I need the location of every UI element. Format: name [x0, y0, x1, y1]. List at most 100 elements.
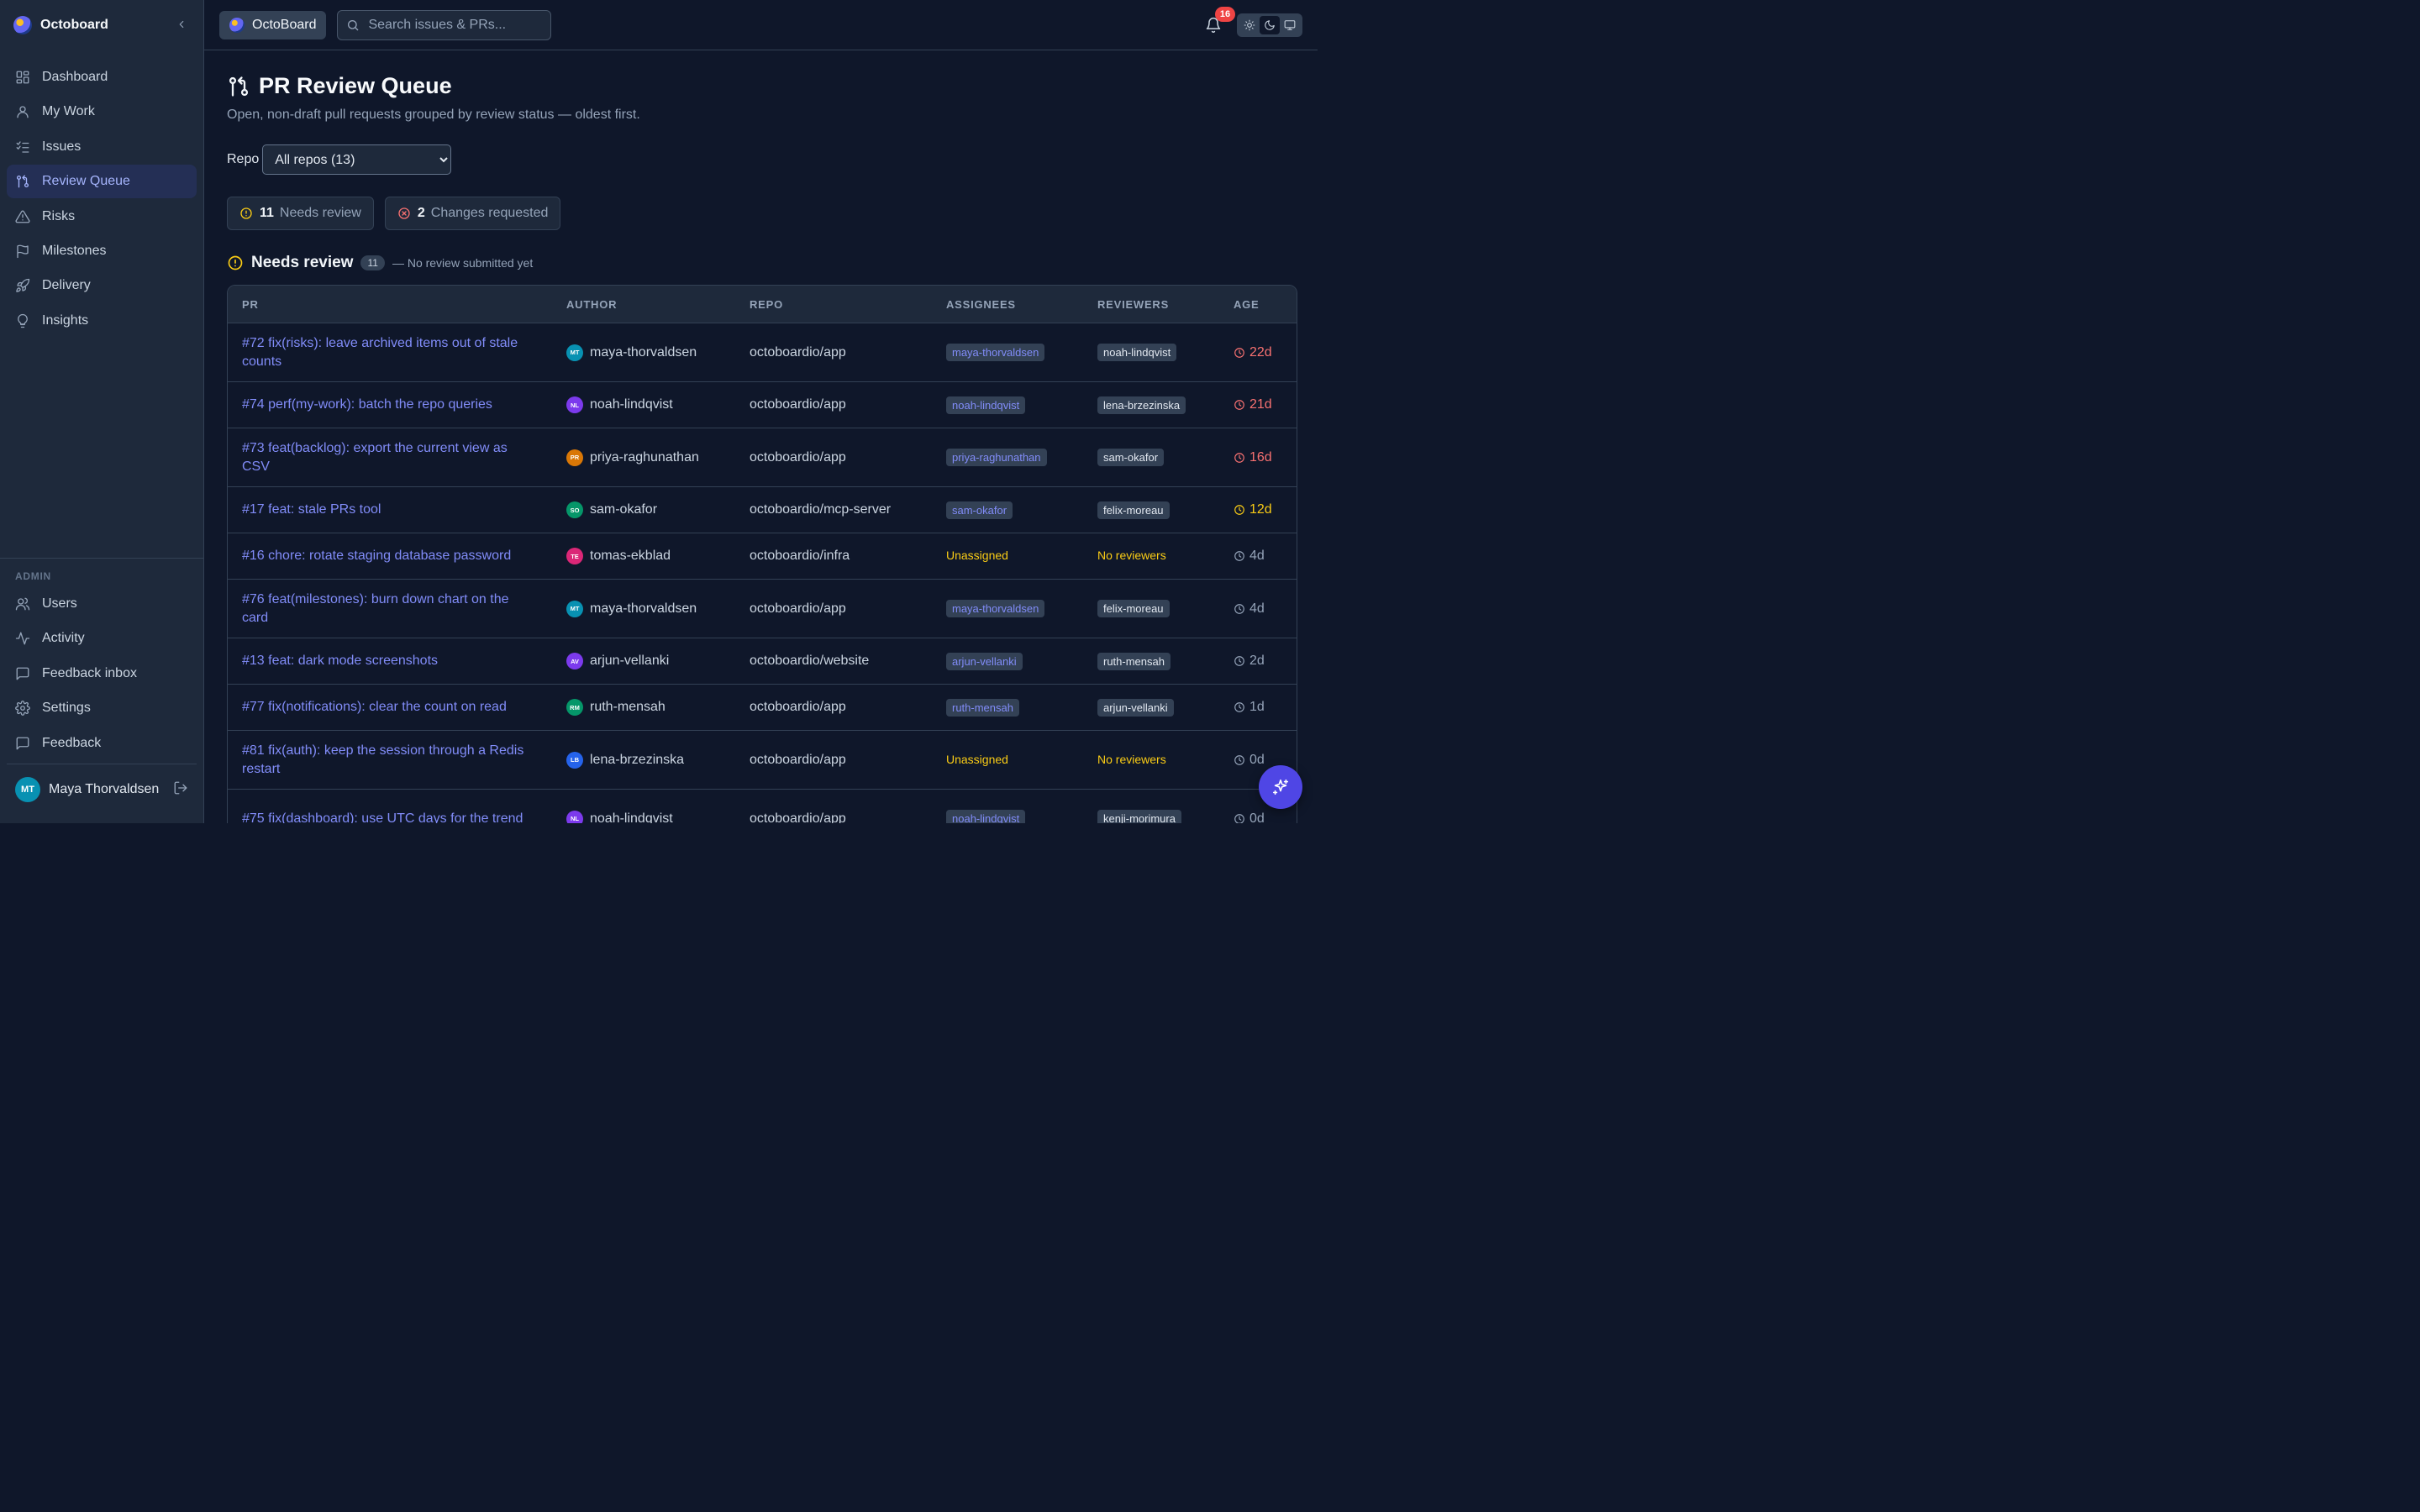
table-row[interactable]: #17 feat: stale PRs tool SO sam-okafor octo… — [228, 486, 1297, 533]
table-row[interactable]: #77 fix(notifications): clear the count … — [228, 684, 1297, 731]
reviewer-chip[interactable]: arjun-vellanki — [1097, 698, 1174, 717]
age-value: 1d — [1249, 700, 1265, 714]
sidebar-item-users[interactable]: Users — [7, 587, 197, 621]
pr-link[interactable]: #72 fix(risks): leave archived items out… — [242, 336, 518, 369]
age-value: 2d — [1249, 654, 1265, 668]
search-box[interactable] — [337, 9, 552, 40]
author: RM ruth-mensah — [566, 699, 721, 716]
clock-icon — [1234, 505, 1244, 515]
sidebar-item-review-queue[interactable]: Review Queue — [7, 165, 197, 199]
main-content: PR Review Queue Open, non-draft pull req… — [204, 51, 1318, 823]
table-row[interactable]: #13 feat: dark mode screenshots AV arjun-v… — [228, 638, 1297, 685]
author-name: maya-thorvaldsen — [590, 601, 697, 616]
unassigned-label: Unassigned — [946, 752, 1008, 766]
collapse-sidebar-chevron-left-icon[interactable] — [173, 17, 190, 34]
age-value: 4d — [1249, 549, 1265, 563]
sidebar-item-milestones[interactable]: Milestones — [7, 234, 197, 268]
stat-changes-requested[interactable]: 2 Changes requested — [384, 197, 561, 230]
avatar: LB — [566, 751, 583, 769]
stat-count: 11 — [260, 206, 274, 220]
repo-name: octoboardio/app — [750, 601, 846, 616]
age: 4d — [1234, 601, 1282, 617]
pr-link[interactable]: #81 fix(auth): keep the session through … — [242, 743, 523, 776]
theme-system-button[interactable] — [1280, 16, 1300, 34]
assignee-chip[interactable]: maya-thorvaldsen — [946, 600, 1045, 617]
reviewer-chip[interactable]: felix-moreau — [1097, 600, 1170, 617]
org-switcher-button[interactable]: OctoBoard — [219, 10, 327, 39]
pr-link[interactable]: #77 fix(notifications): clear the count … — [242, 700, 507, 714]
table-row[interactable]: #81 fix(auth): keep the session through … — [228, 730, 1297, 790]
sidebar-item-label: Dashboard — [42, 70, 108, 84]
column-header[interactable]: ASSIGNEES — [932, 286, 1083, 323]
sidebar-item-activity[interactable]: Activity — [7, 622, 197, 655]
sidebar-item-risks[interactable]: Risks — [7, 200, 197, 234]
sidebar-item-dashboard[interactable]: Dashboard — [7, 60, 197, 94]
ai-assistant-button[interactable] — [1259, 765, 1302, 809]
avatar[interactable]: MT — [15, 776, 40, 802]
reviewer-chip[interactable]: noah-lindqvist — [1097, 344, 1177, 361]
repo-name: octoboardio/app — [750, 449, 846, 465]
avatar: MT — [566, 344, 583, 361]
assignee-chip[interactable]: arjun-vellanki — [946, 652, 1023, 670]
column-header[interactable]: AGE — [1219, 286, 1297, 323]
author-name: arjun-vellanki — [590, 654, 670, 668]
age: 2d — [1234, 654, 1282, 669]
assignee-chip[interactable]: priya-raghunathan — [946, 449, 1047, 466]
reviewer-chip[interactable]: lena-brzezinska — [1097, 396, 1186, 414]
reviewer-chip[interactable]: felix-moreau — [1097, 501, 1170, 519]
pr-link[interactable]: #13 feat: dark mode screenshots — [242, 654, 438, 668]
table-row[interactable]: #74 perf(my-work): batch the repo querie… — [228, 381, 1297, 428]
assignee-chip[interactable]: noah-lindqvist — [946, 810, 1026, 823]
theme-light-button[interactable] — [1239, 16, 1260, 34]
assignee-chip[interactable]: noah-lindqvist — [946, 396, 1026, 414]
logout-icon[interactable] — [173, 780, 188, 798]
age: 21d — [1234, 397, 1282, 412]
sidebar-item-issues[interactable]: Issues — [7, 130, 197, 164]
age-value: 21d — [1249, 397, 1272, 412]
table-row[interactable]: #73 feat(backlog): export the current vi… — [228, 428, 1297, 487]
column-header[interactable]: REPO — [735, 286, 932, 323]
assignee-chip[interactable]: sam-okafor — [946, 501, 1013, 519]
clock-icon — [1234, 754, 1244, 765]
search-input[interactable] — [366, 16, 543, 34]
reviewer-chip[interactable]: kenji-morimura — [1097, 810, 1181, 823]
age-value: 0d — [1249, 752, 1265, 767]
table-row[interactable]: #72 fix(risks): leave archived items out… — [228, 323, 1297, 382]
octoboard-logo-icon — [13, 16, 32, 34]
author: NL noah-lindqvist — [566, 810, 721, 823]
pr-link[interactable]: #73 feat(backlog): export the current vi… — [242, 441, 508, 474]
sidebar-item-label: Feedback — [42, 735, 102, 750]
sidebar: Octoboard Dashboard My Work Issues Review Q… — [0, 0, 204, 823]
sidebar-item-label: Review Queue — [42, 174, 130, 189]
review-table: PR AUTHOR REPO ASSIGNEES REVIEWERS AGE #… — [227, 285, 1297, 823]
pr-link[interactable]: #76 feat(milestones): burn down chart on… — [242, 592, 509, 625]
sidebar-item-feedback[interactable]: Feedback — [7, 727, 197, 760]
table-row[interactable]: #76 feat(milestones): burn down chart on… — [228, 579, 1297, 638]
pr-link[interactable]: #74 perf(my-work): batch the repo querie… — [242, 397, 492, 412]
assignee-chip[interactable]: maya-thorvaldsen — [946, 344, 1045, 361]
theme-dark-button[interactable] — [1260, 15, 1280, 34]
sidebar-item-delivery[interactable]: Delivery — [7, 269, 197, 302]
stat-needs-review[interactable]: 11 Needs review — [227, 197, 374, 230]
pr-link[interactable]: #16 chore: rotate staging database passw… — [242, 549, 511, 563]
column-header[interactable]: AUTHOR — [552, 286, 735, 323]
table-row[interactable]: #16 chore: rotate staging database passw… — [228, 533, 1297, 580]
git-pull-request-icon — [16, 175, 29, 188]
table-row[interactable]: #75 fix(dashboard): use UTC days for the… — [228, 789, 1297, 824]
sidebar-item-settings[interactable]: Settings — [7, 691, 197, 725]
sidebar-item-feedback-inbox[interactable]: Feedback inbox — [7, 657, 197, 690]
sidebar-item-insights[interactable]: Insights — [7, 304, 197, 338]
pr-link[interactable]: #17 feat: stale PRs tool — [242, 502, 381, 517]
sidebar-item-label: Delivery — [42, 278, 91, 293]
column-header[interactable]: PR — [228, 286, 552, 323]
section-count-badge: 11 — [360, 255, 385, 270]
reviewer-chip[interactable]: ruth-mensah — [1097, 652, 1171, 670]
reviewer-chip[interactable]: sam-okafor — [1097, 449, 1165, 466]
repo-select[interactable]: All repos (13) — [262, 144, 452, 175]
notifications-button[interactable]: 16 — [1205, 6, 1235, 35]
sidebar-item-label: Issues — [42, 139, 82, 154]
assignee-chip[interactable]: ruth-mensah — [946, 698, 1019, 717]
pr-link[interactable]: #75 fix(dashboard): use UTC days for the… — [242, 811, 523, 824]
sidebar-item-my-work[interactable]: My Work — [7, 95, 197, 129]
column-header[interactable]: REVIEWERS — [1083, 286, 1219, 323]
